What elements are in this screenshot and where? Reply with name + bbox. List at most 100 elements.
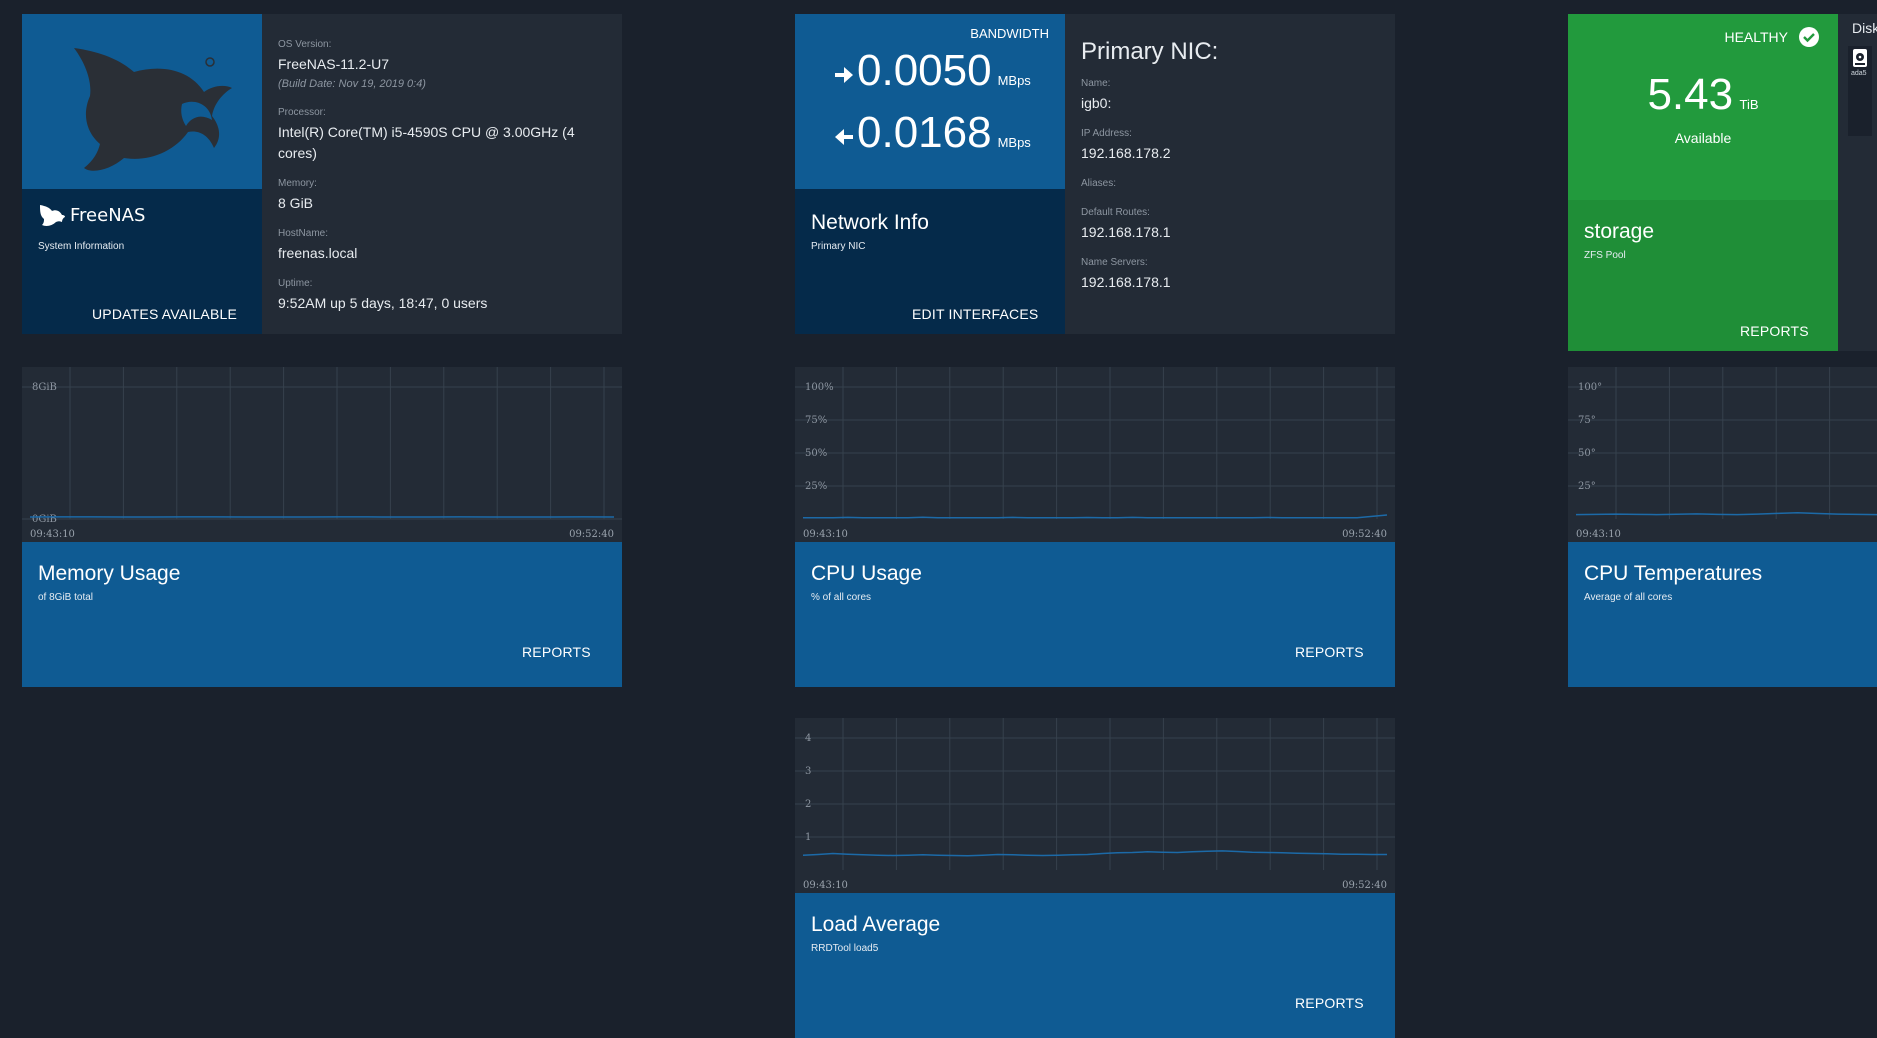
hard-disk-icon: [1852, 48, 1868, 68]
incoming-rate: 0.0168 MBps: [833, 108, 1031, 158]
ip-address-value: 192.168.178.2: [1081, 143, 1171, 163]
cpu-usage-subtitle: % of all cores: [811, 592, 871, 603]
y-tick-label: 1: [805, 832, 811, 843]
processor-value-line2: cores): [278, 143, 317, 163]
time-end-label: 09:52:40: [1342, 529, 1387, 540]
outgoing-rate: 0.0050 MBps: [833, 46, 1031, 96]
pool-name: storage: [1584, 220, 1654, 244]
arrow-right-icon: [833, 64, 855, 86]
memory-reports-button[interactable]: REPORTS: [522, 644, 591, 660]
y-tick-label: 100°: [1578, 382, 1602, 393]
memory-usage-footer: Memory Usage of 8GiB total REPORTS: [22, 542, 622, 687]
load-reports-button[interactable]: REPORTS: [1295, 995, 1364, 1011]
pool-status-panel: HEALTHY 5.43 TiB Available: [1568, 14, 1838, 200]
freenas-shark-logo: [62, 34, 242, 174]
y-tick-label: 100%: [805, 382, 834, 393]
time-start-label: 09:43:10: [803, 880, 848, 891]
network-footer: Network Info Primary NIC EDIT INTERFACES: [795, 189, 1065, 334]
ip-address-label: IP Address:: [1081, 128, 1132, 139]
y-tick-label: 50°: [1578, 448, 1596, 459]
series-line: [1576, 513, 1877, 515]
edit-interfaces-button[interactable]: EDIT INTERFACES: [912, 306, 1038, 322]
bandwidth-panel: BANDWIDTH 0.0050 MBps 0.0168 MBps: [795, 14, 1065, 189]
network-info-subtitle: Primary NIC: [811, 241, 865, 252]
uptime-label: Uptime:: [278, 278, 312, 289]
arrow-left-icon: [833, 126, 855, 148]
freenas-mini-logo-icon: [38, 203, 66, 227]
os-version-label: OS Version:: [278, 39, 331, 50]
time-start-label: 09:43:10: [803, 529, 848, 540]
memory-usage-subtitle: of 8GiB total: [38, 592, 93, 603]
pool-size-unit: TiB: [1740, 97, 1759, 112]
system-logo-panel: [22, 14, 262, 189]
pool-type: ZFS Pool: [1584, 250, 1626, 261]
pool-size: 5.43 TiB: [1568, 70, 1838, 120]
time-end-label: 09:52:40: [569, 529, 614, 540]
hostname-value: freenas.local: [278, 243, 357, 263]
healthy-label: HEALTHY: [1724, 29, 1788, 45]
updates-available-button[interactable]: UPDATES AVAILABLE: [92, 306, 237, 322]
y-tick-label: 8GiB: [32, 382, 57, 393]
cpu-reports-button[interactable]: REPORTS: [1295, 644, 1364, 660]
pool-footer: storage ZFS Pool REPORTS: [1568, 200, 1838, 351]
nic-details-panel: Primary NIC: Name: igb0: IP Address: 192…: [1065, 14, 1395, 334]
name-servers-label: Name Servers:: [1081, 257, 1148, 268]
system-info-subtitle: System Information: [38, 241, 124, 252]
processor-label: Processor:: [278, 107, 326, 118]
processor-value-line1: Intel(R) Core(TM) i5-4590S CPU @ 3.00GHz…: [278, 122, 575, 142]
load-chart: 4 3 2 1 09:43:10 09:52:40: [795, 718, 1395, 893]
y-tick-label: 25°: [1578, 481, 1596, 492]
outgoing-rate-unit: MBps: [998, 73, 1031, 88]
disk-name: ada5: [1851, 70, 1867, 77]
os-version-value: FreeNAS-11.2-U7: [278, 54, 389, 74]
freenas-brand-text: FreeNAS: [70, 205, 145, 226]
y-tick-label: 3: [805, 766, 811, 777]
time-start-label: 09:43:10: [1576, 529, 1621, 540]
default-routes-value: 192.168.178.1: [1081, 222, 1171, 242]
pool-available-label: Available: [1568, 130, 1838, 146]
network-info-title: Network Info: [811, 211, 929, 235]
aliases-label: Aliases:: [1081, 178, 1116, 189]
temp-chart: 100° 75° 50° 25° 09:43:10: [1568, 367, 1877, 542]
series-line: [803, 515, 1387, 518]
y-tick-label: 0GiB: [32, 514, 57, 525]
y-tick-label: 75°: [1578, 415, 1596, 426]
series-line: [803, 851, 1387, 856]
cpu-chart-svg: 100%75%50%25%09:43:1009:52:40: [795, 367, 1395, 542]
memory-chart-svg: 8GiB 0GiB 09:43:10 09:52:40: [22, 367, 622, 542]
memory-chart: 8GiB 0GiB 09:43:10 09:52:40: [22, 367, 622, 542]
load-chart-svg: 4 3 2 1 09:43:10 09:52:40: [795, 718, 1395, 893]
default-routes-label: Default Routes:: [1081, 207, 1150, 218]
primary-nic-heading: Primary NIC:: [1081, 38, 1218, 66]
nic-name-label: Name:: [1081, 78, 1110, 89]
load-average-title: Load Average: [811, 913, 940, 937]
network-info-card: BANDWIDTH 0.0050 MBps 0.0168 MBps Networ…: [795, 14, 1395, 334]
disks-panel: Disks ada5: [1838, 14, 1877, 351]
pool-reports-button[interactable]: REPORTS: [1740, 323, 1809, 339]
uptime-value: 9:52AM up 5 days, 18:47, 0 users: [278, 293, 487, 313]
pool-health-status: HEALTHY: [1724, 26, 1820, 48]
nic-name-value: igb0:: [1081, 93, 1111, 113]
cpu-temperatures-title: CPU Temperatures: [1584, 562, 1762, 586]
load-average-card: 4 3 2 1 09:43:10 09:52:40 Load Average RRDToo…: [795, 718, 1395, 1038]
time-end-label: 09:52:40: [1342, 880, 1387, 891]
cpu-usage-card: 100%75%50%25%09:43:1009:52:40 CPU Usage …: [795, 367, 1395, 687]
system-info-card: FreeNAS System Information UPDATES AVAIL…: [22, 14, 622, 334]
pool-card: HEALTHY 5.43 TiB Available storage ZFS P…: [1568, 14, 1877, 351]
y-tick-label: 75%: [805, 415, 827, 426]
name-servers-value: 192.168.178.1: [1081, 272, 1171, 292]
memory-usage-card: 8GiB 0GiB 09:43:10 09:52:40 Memory Usage of…: [22, 367, 622, 687]
load-average-subtitle: RRDTool load5: [811, 943, 878, 954]
incoming-rate-unit: MBps: [998, 135, 1031, 150]
bandwidth-label: BANDWIDTH: [970, 26, 1049, 41]
build-date: (Build Date: Nov 19, 2019 0:4): [278, 78, 426, 90]
y-tick-label: 4: [805, 733, 811, 744]
check-circle-icon: [1798, 26, 1820, 48]
system-info-footer: FreeNAS System Information UPDATES AVAIL…: [22, 189, 262, 334]
y-tick-label: 2: [805, 799, 811, 810]
freenas-brand: FreeNAS: [38, 203, 145, 227]
system-details-panel: OS Version: FreeNAS-11.2-U7 (Build Date:…: [262, 14, 622, 334]
outgoing-rate-value: 0.0050: [857, 46, 992, 96]
y-tick-label: 25%: [805, 481, 827, 492]
time-start-label: 09:43:10: [30, 529, 75, 540]
